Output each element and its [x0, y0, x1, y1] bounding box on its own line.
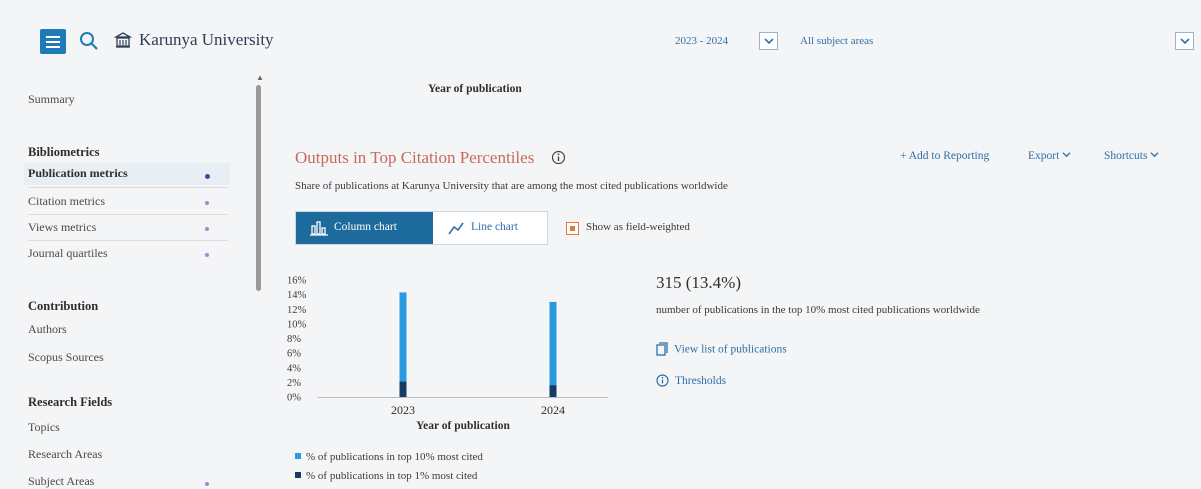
divider: [28, 214, 228, 215]
sidebar-item-authors[interactable]: Authors: [28, 322, 67, 337]
sidebar-heading-contribution: Contribution: [28, 299, 99, 313]
scroll-up-arrow[interactable]: ▲: [256, 73, 264, 82]
search-icon[interactable]: [79, 31, 99, 51]
sidebar: ▲ Summary Bibliometrics Publication metr…: [0, 73, 268, 489]
sidebar-item-research-areas[interactable]: Research Areas: [28, 447, 102, 462]
info-icon: [656, 374, 669, 387]
sidebar-item-indicator: [205, 174, 210, 179]
bar-top1-2024: [549, 385, 557, 397]
bar-top10-2023: [399, 292, 407, 397]
x-tick-label: 2023: [391, 403, 415, 417]
sidebar-item-indicator: [205, 227, 209, 231]
sidebar-item-subject-areas[interactable]: Subject Areas: [28, 474, 94, 489]
legend-swatch: [295, 453, 301, 460]
add-to-reporting-button[interactable]: + Add to Reporting: [900, 150, 989, 162]
sidebar-heading-research-fields: Research Fields: [28, 395, 113, 409]
thresholds-link[interactable]: Thresholds: [656, 374, 727, 388]
legend-label: % of publications in top 10% most cited: [306, 451, 483, 463]
section-title: Outputs in Top Citation Percentiles: [295, 148, 535, 167]
divider: [28, 240, 228, 241]
tab-column-chart[interactable]: Column chart: [296, 212, 433, 244]
view-list-label: View list of publications: [674, 343, 787, 356]
section-subtitle: Share of publications at Karunya Univers…: [295, 180, 728, 192]
sidebar-item-topics[interactable]: Topics: [28, 420, 60, 435]
export-button[interactable]: Export: [1028, 150, 1071, 162]
top10-count-description: number of publications in the top 10% mo…: [656, 304, 980, 316]
chevron-down-icon: [1150, 152, 1159, 158]
tab-line-chart[interactable]: Line chart: [433, 212, 547, 244]
institution-icon: [114, 32, 132, 48]
year-range-dropdown-button[interactable]: [759, 32, 778, 50]
institution-name[interactable]: Karunya University: [139, 30, 274, 50]
chevron-down-icon: [764, 38, 774, 45]
top-bar: Karunya University 2023 - 2024 All subje…: [0, 0, 1201, 77]
sidebar-item-indicator: [205, 201, 209, 205]
legend-item-top10[interactable]: % of publications in top 10% most cited: [295, 451, 483, 463]
column-chart-icon: [310, 221, 328, 236]
sidebar-item-indicator: [205, 253, 209, 257]
citation-percentiles-column-chart: 16% 14% 12% 10% 8% 6% 4% 2% 0% 2023 2024 Year of pu…: [287, 276, 608, 432]
sidebar-item-views-metrics[interactable]: Views metrics: [28, 220, 96, 235]
subject-area-select[interactable]: All subject areas: [800, 35, 873, 47]
y-tick-label: 4%: [287, 363, 301, 374]
previous-chart-axis-label: Year of publication: [428, 83, 522, 95]
sidebar-scrollbar[interactable]: [256, 85, 261, 291]
tab-line-chart-label: Line chart: [471, 221, 518, 233]
main-content: Year of publication Outputs in Top Citat…: [268, 77, 1201, 489]
shortcuts-button[interactable]: Shortcuts: [1104, 150, 1159, 162]
y-tick-label: 12%: [287, 305, 307, 316]
y-tick-label: 14%: [287, 290, 307, 301]
x-axis-label: Year of publication: [416, 420, 510, 432]
y-tick-label: 10%: [287, 319, 307, 330]
legend-label: % of publications in top 1% most cited: [306, 470, 478, 482]
x-tick-label: 2024: [541, 403, 565, 417]
sidebar-item-summary[interactable]: Summary: [28, 92, 75, 107]
sidebar-item-citation-metrics[interactable]: Citation metrics: [28, 194, 105, 209]
chevron-down-icon: [1062, 152, 1071, 158]
chart-type-tabs: Column chart Line chart: [295, 211, 548, 245]
tab-column-chart-label: Column chart: [334, 221, 397, 233]
sidebar-item-indicator: [205, 482, 209, 486]
sidebar-heading-bibliometrics: Bibliometrics: [28, 145, 100, 159]
sidebar-item-publication-metrics[interactable]: Publication metrics: [28, 166, 128, 181]
sidebar-item-journal-quartiles[interactable]: Journal quartiles: [28, 246, 108, 261]
info-icon[interactable]: [551, 150, 566, 165]
shortcuts-label: Shortcuts: [1104, 150, 1148, 162]
y-tick-label: 6%: [287, 349, 301, 360]
divider: [28, 187, 228, 188]
sidebar-item-scopus-sources[interactable]: Scopus Sources: [28, 350, 104, 365]
export-label: Export: [1028, 150, 1060, 162]
year-range-select[interactable]: 2023 - 2024: [675, 35, 728, 47]
y-tick-label: 0%: [287, 393, 301, 404]
bar-top1-2023: [399, 381, 407, 397]
field-weighted-label: Show as field-weighted: [586, 221, 690, 233]
document-list-icon: [656, 342, 668, 356]
subject-area-dropdown-button[interactable]: [1175, 32, 1194, 50]
chevron-down-icon: [1180, 38, 1190, 45]
y-tick-label: 2%: [287, 378, 301, 389]
legend-item-top1[interactable]: % of publications in top 1% most cited: [295, 470, 477, 482]
legend-swatch: [295, 472, 301, 479]
y-tick-label: 8%: [287, 334, 301, 345]
y-tick-label: 16%: [287, 276, 307, 287]
bar-top10-2024: [549, 301, 557, 397]
thresholds-label: Thresholds: [675, 375, 727, 388]
top10-count-value: 315 (13.4%): [656, 273, 741, 292]
menu-icon[interactable]: [40, 29, 66, 54]
field-weighted-checkbox[interactable]: [566, 222, 579, 235]
view-list-of-publications-link[interactable]: View list of publications: [656, 342, 787, 357]
line-chart-icon: [448, 222, 464, 235]
